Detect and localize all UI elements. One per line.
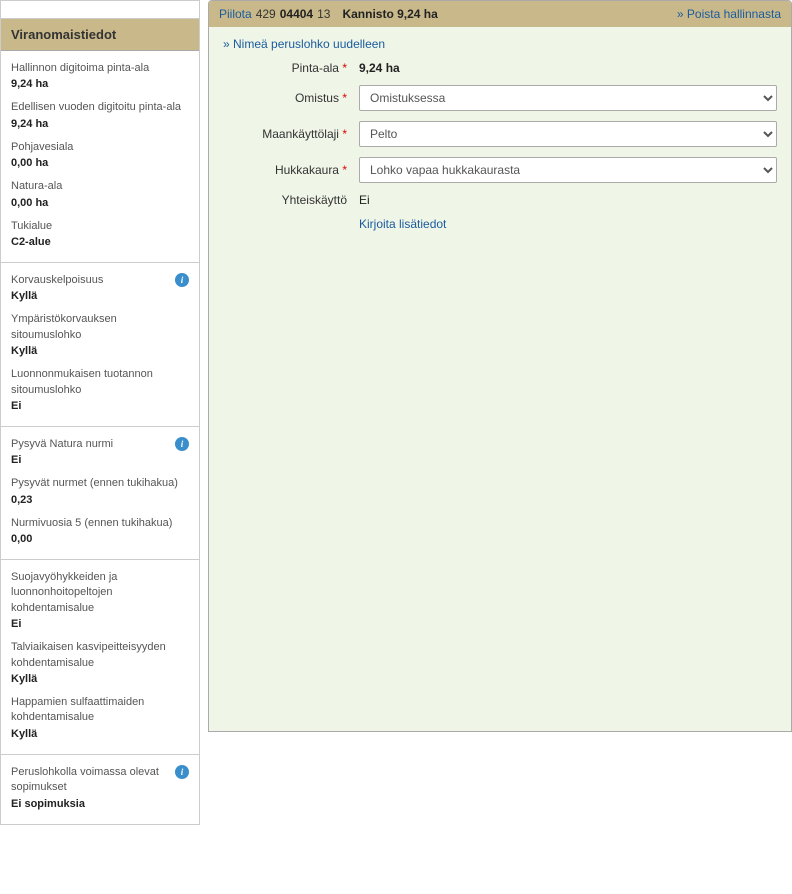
main-content: Piilota 429 04404 13 Kannisto 9,24 ha » … <box>200 0 792 825</box>
parcel-id-part2: 04404 <box>280 7 313 21</box>
info-icon[interactable]: i <box>175 437 189 451</box>
landuse-select[interactable]: Pelto <box>359 121 777 147</box>
landuse-label: Maankäyttölaji <box>262 127 339 141</box>
value: Kyllä <box>11 290 189 302</box>
sidebar-top-spacer <box>0 0 200 18</box>
form-row-wildoat: Hukkakaura * Lohko vapaa hukkakaurasta <box>223 157 777 183</box>
info-icon[interactable]: i <box>175 273 189 287</box>
label: Talviaikaisen kasvipeitteisyyden kohdent… <box>11 640 189 671</box>
required-icon: * <box>342 127 347 141</box>
sidebar-section-eligibility: i Korvauskelpoisuus Kyllä Ympäristökorva… <box>1 263 199 427</box>
sidebar-item: Ympäristökorvauksen sitoumuslohko Kyllä <box>11 312 189 357</box>
label: Luonnonmukaisen tuotannon sitoumuslohko <box>11 367 189 398</box>
label: Edellisen vuoden digitoitu pinta-ala <box>11 100 189 115</box>
sidebar-item: Talviaikaisen kasvipeitteisyyden kohdent… <box>11 640 189 685</box>
form-row-area: Pinta-ala * 9,24 ha <box>223 61 777 75</box>
value: 0,23 <box>11 494 189 506</box>
sidebar-item: Peruslohkolla voimassa olevat sopimukset… <box>11 765 189 810</box>
form-row-shared: Yhteiskäyttö Ei <box>223 193 777 207</box>
form-row-landuse: Maankäyttölaji * Pelto <box>223 121 777 147</box>
value: 9,24 ha <box>11 118 189 130</box>
label: Suojavyöhykkeiden ja luonnonhoitopeltoje… <box>11 570 189 616</box>
label: Pohjavesiala <box>11 140 189 155</box>
value: Ei <box>11 454 189 466</box>
sidebar-item: Luonnonmukaisen tuotannon sitoumuslohko … <box>11 367 189 412</box>
label: Nurmivuosia 5 (ennen tukihakua) <box>11 516 189 531</box>
sidebar-item: Edellisen vuoden digitoitu pinta-ala 9,2… <box>11 100 189 129</box>
value: 9,24 ha <box>11 78 189 90</box>
sidebar-item: Nurmivuosia 5 (ennen tukihakua) 0,00 <box>11 516 189 545</box>
label: Korvauskelpoisuus <box>11 273 189 288</box>
label: Ympäristökorvauksen sitoumuslohko <box>11 312 189 343</box>
sidebar-section-contracts: i Peruslohkolla voimassa olevat sopimuks… <box>1 755 199 824</box>
remove-link[interactable]: » Poista hallinnasta <box>677 7 781 21</box>
sidebar: Viranomaistiedot Hallinnon digitoima pin… <box>0 18 200 825</box>
write-more-link[interactable]: Kirjoita lisätiedot <box>353 217 446 231</box>
value: Kyllä <box>11 728 189 740</box>
required-icon: * <box>342 163 347 177</box>
value: 0,00 <box>11 533 189 545</box>
label: Happamien sulfaattimaiden kohdentamisalu… <box>11 695 189 726</box>
sidebar-item: Pysyvä Natura nurmi Ei <box>11 437 189 466</box>
value: Ei <box>11 400 189 412</box>
info-icon[interactable]: i <box>175 765 189 779</box>
parcel-id-part1: 429 <box>256 7 276 21</box>
parcel-panel: Piilota 429 04404 13 Kannisto 9,24 ha » … <box>208 0 792 732</box>
value: 0,00 ha <box>11 197 189 209</box>
value: Ei sopimuksia <box>11 798 189 810</box>
wildoat-label: Hukkakaura <box>275 163 339 177</box>
label: Tukialue <box>11 219 189 234</box>
sidebar-item: Pysyvät nurmet (ennen tukihakua) 0,23 <box>11 476 189 505</box>
panel-header: Piilota 429 04404 13 Kannisto 9,24 ha » … <box>209 1 791 27</box>
ownership-select[interactable]: Omistuksessa <box>359 85 777 111</box>
sidebar-section-areas: Hallinnon digitoima pinta-ala 9,24 ha Ed… <box>1 51 199 263</box>
shared-label: Yhteiskäyttö <box>282 193 347 207</box>
required-icon: * <box>342 91 347 105</box>
sidebar-item: Natura-ala 0,00 ha <box>11 179 189 208</box>
value: Kyllä <box>11 673 189 685</box>
form-row-ownership: Omistus * Omistuksessa <box>223 85 777 111</box>
ownership-label: Omistus <box>295 91 339 105</box>
label: Pysyvät nurmet (ennen tukihakua) <box>11 476 189 491</box>
form-row-writemore: Kirjoita lisätiedot <box>223 217 777 231</box>
area-value: 9,24 ha <box>353 61 400 75</box>
value: Kyllä <box>11 345 189 357</box>
wildoat-select[interactable]: Lohko vapaa hukkakaurasta <box>359 157 777 183</box>
value: Ei <box>11 618 189 630</box>
sidebar-item: Pohjavesiala 0,00 ha <box>11 140 189 169</box>
sidebar-section-natura: i Pysyvä Natura nurmi Ei Pysyvät nurmet … <box>1 427 199 560</box>
sidebar-item: Tukialue C2-alue <box>11 219 189 248</box>
required-icon: * <box>342 61 347 75</box>
parcel-id-part3: 13 <box>317 7 330 21</box>
rename-link[interactable]: » Nimeä peruslohko uudelleen <box>223 37 385 51</box>
hide-link[interactable]: Piilota <box>219 7 252 21</box>
area-label: Pinta-ala <box>292 61 339 75</box>
sidebar-item: Happamien sulfaattimaiden kohdentamisalu… <box>11 695 189 740</box>
label: Hallinnon digitoima pinta-ala <box>11 61 189 76</box>
parcel-name: Kannisto 9,24 ha <box>342 7 437 21</box>
value: 0,00 ha <box>11 157 189 169</box>
sidebar-section-zones: Suojavyöhykkeiden ja luonnonhoitopeltoje… <box>1 560 199 755</box>
sidebar-item: Hallinnon digitoima pinta-ala 9,24 ha <box>11 61 189 90</box>
shared-value: Ei <box>353 193 370 207</box>
label: Peruslohkolla voimassa olevat sopimukset <box>11 765 189 796</box>
value: C2-alue <box>11 236 189 248</box>
label: Natura-ala <box>11 179 189 194</box>
label: Pysyvä Natura nurmi <box>11 437 189 452</box>
sidebar-item: Korvauskelpoisuus Kyllä <box>11 273 189 302</box>
panel-body: » Nimeä peruslohko uudelleen Pinta-ala *… <box>209 27 791 731</box>
sidebar-item: Suojavyöhykkeiden ja luonnonhoitopeltoje… <box>11 570 189 630</box>
sidebar-title: Viranomaistiedot <box>1 19 199 51</box>
